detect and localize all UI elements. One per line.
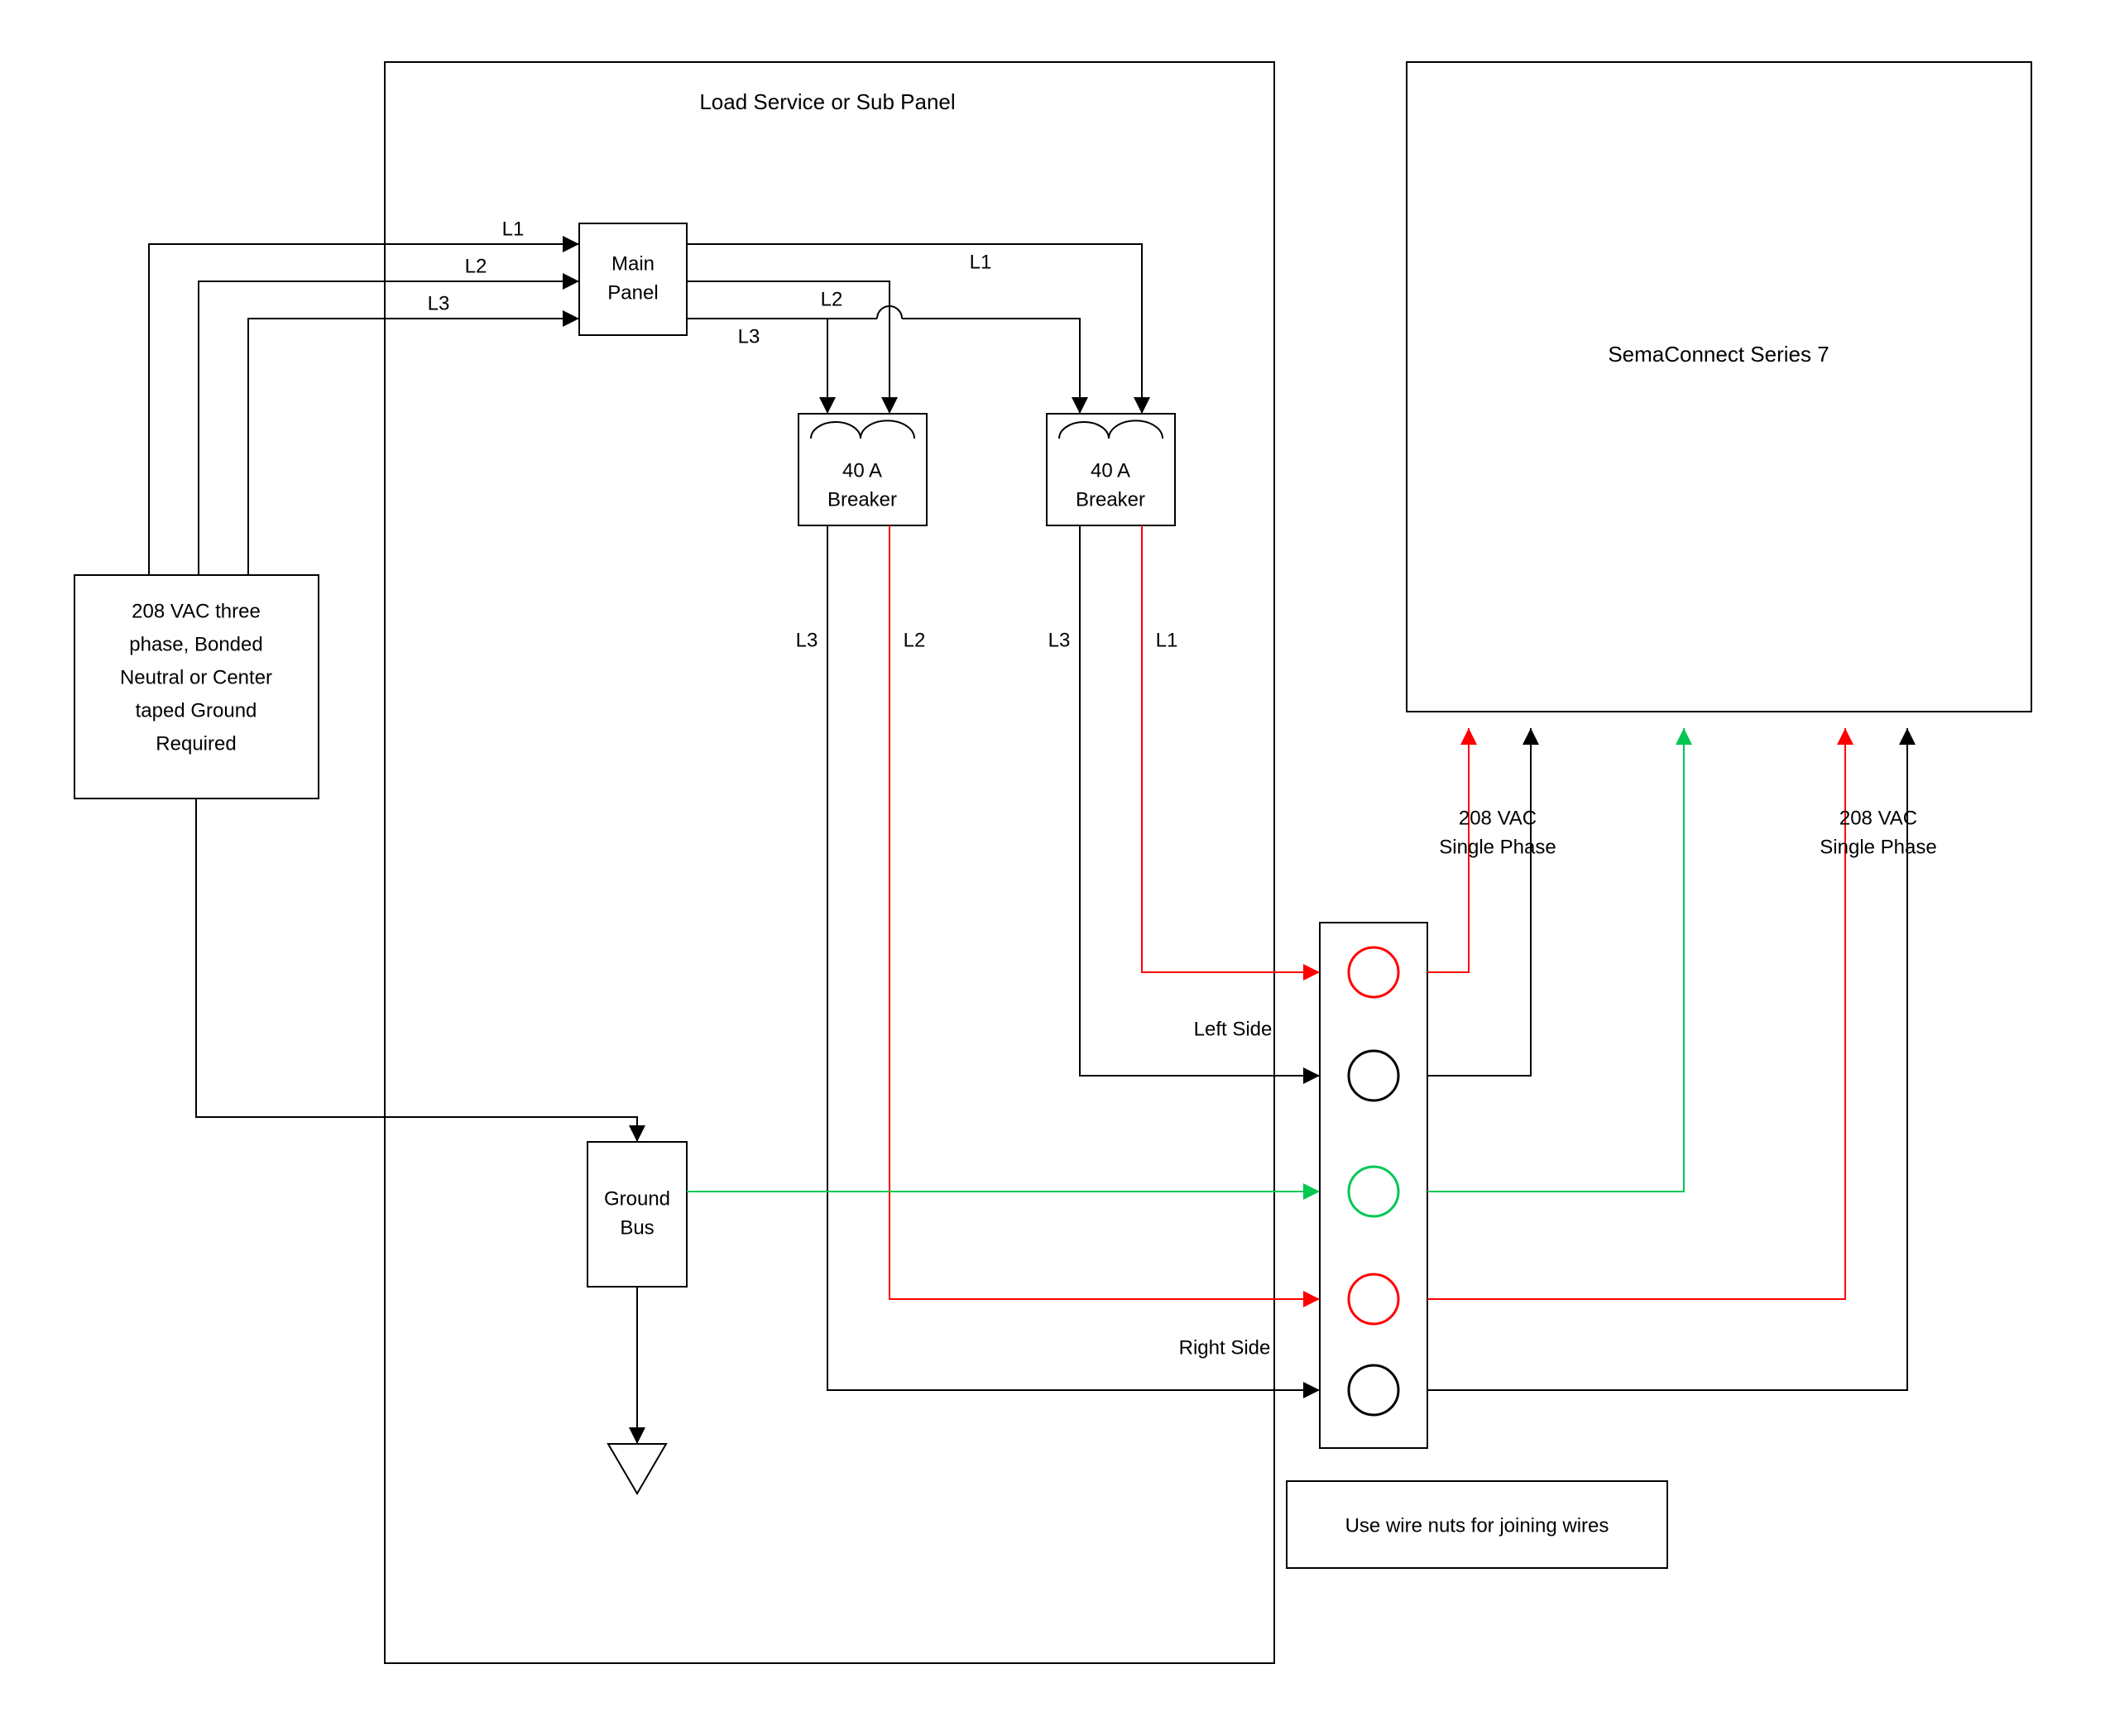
terminal-block-box <box>1320 923 1427 1448</box>
wire-tb-blacktop-up <box>1427 728 1531 1076</box>
source-line5: Required <box>156 732 236 755</box>
vac-left-l1: 208 VAC <box>1459 807 1537 829</box>
main-panel-l2: Panel <box>607 281 658 304</box>
label-l1-out: L1 <box>970 251 992 273</box>
breaker-right-l2: Breaker <box>1076 488 1145 511</box>
label-left-side: Left Side <box>1194 1018 1273 1040</box>
label-l1-in: L1 <box>502 218 525 240</box>
ground-bus-box <box>587 1142 687 1287</box>
breaker-left-l1: 40 A <box>842 459 882 482</box>
source-line1: 208 VAC three <box>132 600 261 622</box>
label-br-l1: L1 <box>1156 629 1178 651</box>
breaker-right-l1: 40 A <box>1091 459 1130 482</box>
source-line4: taped Ground <box>136 699 257 722</box>
sema-label: SemaConnect Series 7 <box>1608 342 1829 367</box>
label-bl-l2: L2 <box>904 629 926 651</box>
label-bl-l3: L3 <box>796 629 818 651</box>
source-line2: phase, Bonded <box>129 633 262 655</box>
label-right-side: Right Side <box>1179 1336 1271 1359</box>
sema-box <box>1407 62 2031 712</box>
vac-left-l2: Single Phase <box>1439 836 1556 858</box>
label-l3-in: L3 <box>428 292 450 314</box>
wiring-diagram: Load Service or Sub Panel 208 VAC three … <box>0 0 2110 1736</box>
main-panel-l1: Main <box>611 252 655 275</box>
main-panel-box <box>579 223 687 335</box>
label-l3-left: L3 <box>738 325 760 348</box>
label-l2-out: L2 <box>821 288 843 310</box>
ground-bus-l2: Bus <box>620 1216 654 1239</box>
panel-title: Load Service or Sub Panel <box>699 89 955 114</box>
wire-nuts-label: Use wire nuts for joining wires <box>1345 1514 1609 1537</box>
label-l2-in: L2 <box>465 255 487 277</box>
vac-right-l2: Single Phase <box>1820 836 1936 858</box>
wire-tb-green-up <box>1427 728 1684 1192</box>
label-br-l3: L3 <box>1048 629 1071 651</box>
ground-bus-l1: Ground <box>604 1187 670 1210</box>
source-line3: Neutral or Center <box>120 666 272 688</box>
breaker-left-l2: Breaker <box>827 488 897 511</box>
vac-right-l1: 208 VAC <box>1839 807 1917 829</box>
